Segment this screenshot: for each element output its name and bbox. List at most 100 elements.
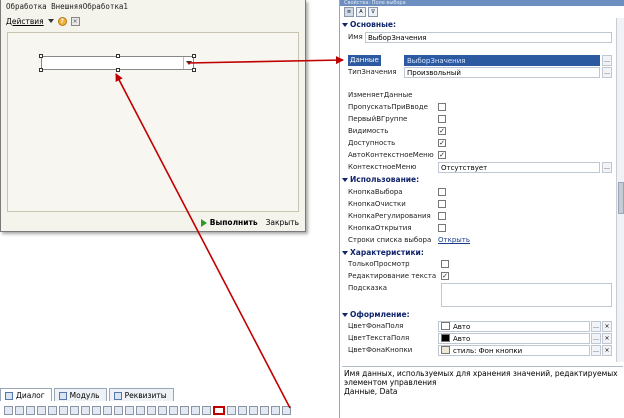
resize-handle[interactable] bbox=[192, 54, 196, 58]
prop-skip-on-input: ПропускатьПриВводе bbox=[348, 102, 612, 113]
prop-label: КонтекстноеМеню bbox=[348, 163, 417, 171]
actions-menu[interactable]: Действия bbox=[6, 17, 44, 26]
ellipsis-icon[interactable]: … bbox=[591, 345, 601, 356]
frame-icon[interactable] bbox=[191, 405, 200, 415]
section-usage[interactable]: Использование: bbox=[342, 174, 419, 185]
form-canvas bbox=[7, 32, 299, 212]
resize-handle[interactable] bbox=[39, 54, 43, 58]
grid-icon[interactable] bbox=[114, 405, 123, 415]
section-title: Основные: bbox=[350, 20, 396, 29]
textbox-icon[interactable] bbox=[202, 405, 211, 415]
radio-icon[interactable] bbox=[180, 405, 189, 415]
data-input[interactable]: ВыборЗначения bbox=[404, 55, 600, 66]
clear-icon[interactable]: × bbox=[602, 333, 612, 344]
sort-categories-icon[interactable]: ≡ bbox=[344, 7, 354, 17]
same-height-icon[interactable] bbox=[81, 405, 90, 415]
tab-attributes[interactable]: Реквизиты bbox=[108, 388, 174, 401]
palette-scrollbar[interactable] bbox=[616, 18, 624, 362]
close-button[interactable]: Закрыть bbox=[266, 218, 299, 227]
palette-toolbar: ≡ A ∇ bbox=[344, 7, 378, 18]
bg-color-value: Авто bbox=[453, 323, 471, 331]
bg-color-input[interactable]: Авто bbox=[438, 321, 590, 332]
checkbox-icon[interactable] bbox=[169, 405, 178, 415]
table-icon[interactable] bbox=[238, 405, 247, 415]
context-menu-input[interactable]: Отсутствует bbox=[438, 162, 600, 173]
section-appearance[interactable]: Оформление: bbox=[342, 309, 410, 320]
tooltip-input[interactable] bbox=[441, 283, 612, 307]
sort-alpha-icon[interactable]: A bbox=[356, 7, 366, 17]
choice-field-icon[interactable] bbox=[213, 405, 225, 415]
prop-label: Имя bbox=[348, 33, 363, 41]
ellipsis-icon[interactable]: … bbox=[602, 55, 612, 66]
resize-handle[interactable] bbox=[39, 68, 43, 72]
prop-spin-button: КнопкаРегулирования bbox=[348, 211, 612, 222]
checkbox-checked[interactable]: ✓ bbox=[441, 272, 449, 280]
align-center-icon[interactable] bbox=[15, 405, 24, 415]
ellipsis-icon[interactable]: … bbox=[591, 333, 601, 344]
same-width-icon[interactable] bbox=[70, 405, 79, 415]
valuetype-input[interactable]: Произвольный bbox=[404, 67, 600, 78]
text-color-input[interactable]: Авто bbox=[438, 333, 590, 344]
align-right-icon[interactable] bbox=[26, 405, 35, 415]
prop-label: КнопкаРегулирования bbox=[348, 212, 431, 220]
resize-handle[interactable] bbox=[116, 54, 120, 58]
checkbox-checked[interactable]: ✓ bbox=[438, 127, 446, 135]
prop-text-edit: Редактирование текста ✓ bbox=[348, 271, 612, 282]
collapse-icon bbox=[342, 250, 348, 255]
filter-icon[interactable]: ∇ bbox=[368, 7, 378, 17]
checkbox[interactable] bbox=[438, 224, 446, 232]
spacing-icon[interactable] bbox=[92, 405, 101, 415]
checkbox[interactable] bbox=[438, 212, 446, 220]
clear-icon[interactable]: × bbox=[602, 345, 612, 356]
color-swatch bbox=[441, 334, 450, 342]
chevron-down-icon[interactable] bbox=[47, 19, 54, 23]
splitter-icon[interactable] bbox=[271, 405, 280, 415]
panel-icon[interactable] bbox=[260, 405, 269, 415]
run-button[interactable]: Выполнить bbox=[200, 218, 258, 227]
close-icon[interactable]: × bbox=[70, 16, 80, 26]
checkbox-checked[interactable]: ✓ bbox=[438, 151, 446, 159]
align-middle-icon[interactable] bbox=[48, 405, 57, 415]
checkbox-checked[interactable]: ✓ bbox=[438, 139, 446, 147]
tab-module[interactable]: Модуль bbox=[53, 388, 107, 401]
ellipsis-icon[interactable]: … bbox=[602, 67, 612, 78]
checkbox[interactable] bbox=[438, 103, 446, 111]
label-icon[interactable] bbox=[136, 405, 145, 415]
open-choice-list-link[interactable]: Открыть bbox=[438, 235, 470, 246]
button-icon[interactable] bbox=[158, 405, 167, 415]
align-left-icon[interactable] bbox=[4, 405, 13, 415]
ellipsis-icon[interactable]: … bbox=[602, 162, 612, 173]
help-icon[interactable]: ? bbox=[57, 16, 67, 26]
tab-label: Модуль bbox=[69, 391, 100, 400]
ellipsis-icon[interactable]: … bbox=[591, 321, 601, 332]
section-basic[interactable]: Основные: bbox=[342, 19, 396, 30]
checkbox[interactable] bbox=[438, 200, 446, 208]
checkbox[interactable] bbox=[438, 188, 446, 196]
resize-handle[interactable] bbox=[116, 68, 120, 72]
picture-icon[interactable] bbox=[249, 405, 258, 415]
distribute-icon[interactable] bbox=[103, 405, 112, 415]
checkbox[interactable] bbox=[441, 260, 449, 268]
scrollbar-thumb[interactable] bbox=[618, 182, 624, 214]
form-title: Обработка ВнешняяОбработка1 bbox=[6, 2, 128, 11]
tab-dialog[interactable]: Диалог bbox=[0, 388, 52, 401]
section-characteristics[interactable]: Характеристики: bbox=[342, 247, 424, 258]
list-icon[interactable] bbox=[227, 405, 236, 415]
prop-label: Данные bbox=[348, 55, 381, 66]
align-bottom-icon[interactable] bbox=[59, 405, 68, 415]
button-bg-input[interactable]: стиль: Фон кнопки bbox=[438, 345, 590, 356]
tab-order-icon[interactable] bbox=[125, 405, 134, 415]
prop-label: ТипЗначения bbox=[348, 68, 397, 76]
clear-icon[interactable]: × bbox=[602, 321, 612, 332]
name-input[interactable]: ВыборЗначения bbox=[365, 32, 612, 43]
prop-label: ЦветФонаКнопки bbox=[348, 346, 413, 354]
align-top-icon[interactable] bbox=[37, 405, 46, 415]
text-field-icon[interactable] bbox=[147, 405, 156, 415]
checkbox[interactable] bbox=[438, 115, 446, 123]
form-window: Обработка ВнешняяОбработка1 Действия ? ×… bbox=[0, 0, 306, 232]
color-swatch bbox=[441, 346, 450, 354]
resize-handle[interactable] bbox=[192, 68, 196, 72]
more-icon[interactable] bbox=[282, 405, 291, 415]
description-line: элементом управления bbox=[344, 378, 437, 387]
prop-label: КнопкаОткрытия bbox=[348, 224, 412, 232]
